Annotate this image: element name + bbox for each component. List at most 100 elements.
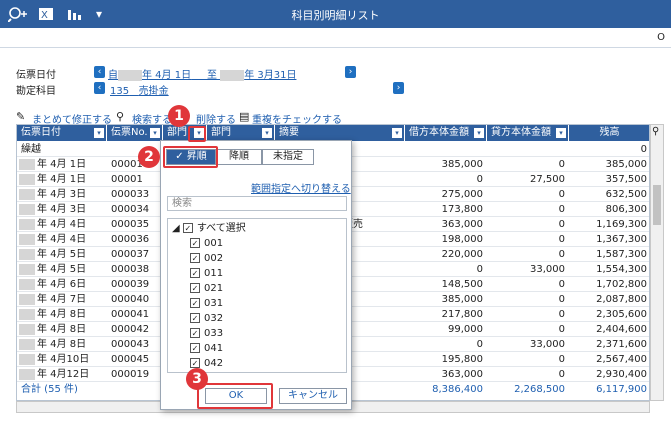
range-switch-link[interactable]: 範囲指定へ切り替える xyxy=(251,180,351,195)
filter-value-label: 042 xyxy=(204,358,224,369)
filter-value-item[interactable]: ✓ 021 xyxy=(190,281,223,296)
col-header-balance[interactable]: 残高 xyxy=(569,125,649,141)
col-header-no[interactable]: 伝票No. ▾ xyxy=(107,125,163,141)
col-header-date[interactable]: 伝票日付 ▾ xyxy=(17,125,107,141)
account-link[interactable]: 135 売掛金 xyxy=(110,82,169,97)
vertical-scrollbar[interactable] xyxy=(650,124,664,401)
total-label: 合計 (55 件) xyxy=(21,384,78,395)
row-debit: 385,000 xyxy=(441,294,483,305)
row-debit: 0 xyxy=(476,339,483,350)
filter-search-input[interactable]: 検索 xyxy=(167,196,347,211)
carry-over-balance: 0 xyxy=(640,144,647,155)
masked-year xyxy=(19,234,35,245)
search-icon: ⚲ xyxy=(116,110,125,123)
row-balance: 1,367,300 xyxy=(596,234,647,245)
checkbox-icon[interactable]: ✓ xyxy=(190,343,200,353)
filter-value-item[interactable]: ✓ 032 xyxy=(190,311,223,326)
filter-dropdown-icon[interactable]: ▾ xyxy=(262,128,272,138)
col-header-dept[interactable]: 部門 ▾ xyxy=(207,125,275,141)
checkbox-icon[interactable]: ✓ xyxy=(190,298,200,308)
row-credit: 27,500 xyxy=(530,174,565,185)
checkbox-icon[interactable]: ✓ xyxy=(182,223,193,233)
masked-year xyxy=(19,249,35,260)
checkbox-icon[interactable]: ✓ xyxy=(190,238,200,248)
row-credit: 0 xyxy=(558,279,565,290)
filter-value-label: 011 xyxy=(204,268,224,279)
row-credit: 0 xyxy=(558,354,565,365)
row-voucher-no: 000045 xyxy=(111,354,150,365)
filter-dropdown-icon[interactable]: ▾ xyxy=(556,128,566,138)
col-header-memo[interactable]: 摘要 ▾ xyxy=(275,125,405,141)
select-all-item[interactable]: ◢ ✓ すべて選択 xyxy=(172,221,246,236)
filter-dropdown-icon[interactable]: ▾ xyxy=(474,128,484,138)
row-debit: 217,800 xyxy=(441,309,483,320)
row-debit: 195,800 xyxy=(441,354,483,365)
pencil-icon: ✎ xyxy=(16,110,26,123)
filter-value-label: 002 xyxy=(204,253,224,264)
filter-value-item[interactable]: ✓ 041 xyxy=(190,341,223,356)
masked-year xyxy=(19,324,35,335)
date-next-button[interactable]: › xyxy=(345,66,356,78)
row-debit: 363,000 xyxy=(441,369,483,380)
checkbox-icon[interactable]: ✓ xyxy=(190,358,200,368)
account-label: 勘定科目 xyxy=(16,86,56,97)
masked-year xyxy=(19,309,35,320)
date-range-link[interactable]: 自年 4月 1日 至 年 3月31日 xyxy=(108,66,296,81)
masked-year xyxy=(220,69,245,81)
row-voucher-no: 000019 xyxy=(111,369,150,380)
zoom-icon[interactable]: ⚲ xyxy=(652,126,659,137)
filter-dropdown-icon[interactable]: ▾ xyxy=(94,128,104,138)
filter-value-label: 032 xyxy=(204,313,224,324)
row-voucher-no: 000036 xyxy=(111,234,150,245)
masked-year xyxy=(19,189,35,200)
sort-desc-button[interactable]: 降順 xyxy=(216,149,262,165)
masked-year xyxy=(19,354,35,365)
masked-year xyxy=(118,69,142,81)
total-balance: 6,117,900 xyxy=(596,384,647,395)
col-header-credit[interactable]: 貸方本体金額 ▾ xyxy=(487,125,569,141)
masked-year xyxy=(19,174,35,185)
highlight-box-3 xyxy=(197,383,273,409)
row-credit: 0 xyxy=(558,159,565,170)
checkbox-icon[interactable]: ✓ xyxy=(190,283,200,293)
filter-value-item[interactable]: ✓ 011 xyxy=(190,266,223,281)
filter-dropdown-icon[interactable]: ▾ xyxy=(150,128,160,138)
filter-value-item[interactable]: ✓ 033 xyxy=(190,326,223,341)
account-next-button[interactable]: › xyxy=(393,82,404,94)
filter-value-label: 033 xyxy=(204,328,224,339)
window-title: 科目別明細リスト xyxy=(291,9,380,22)
row-date: 年 4月 8日 xyxy=(37,324,87,335)
row-date: 年 4月12日 xyxy=(37,369,90,380)
row-credit: 0 xyxy=(558,249,565,260)
masked-year xyxy=(19,204,35,215)
row-date: 年 4月 4日 xyxy=(37,234,87,245)
date-prev-button[interactable]: ‹ xyxy=(94,66,105,78)
account-prev-button[interactable]: ‹ xyxy=(94,82,105,94)
row-debit: 148,500 xyxy=(441,279,483,290)
row-voucher-no: 000037 xyxy=(111,249,150,260)
cancel-button[interactable]: キャンセル xyxy=(279,388,347,404)
row-voucher-no: 000039 xyxy=(111,279,150,290)
row-credit: 0 xyxy=(558,234,565,245)
scroll-thumb[interactable] xyxy=(653,185,661,225)
masked-year xyxy=(19,279,35,290)
row-date: 年 4月 1日 xyxy=(37,174,87,185)
filter-value-item[interactable]: ✓ 002 xyxy=(190,251,223,266)
sort-none-button[interactable]: 未指定 xyxy=(262,149,314,165)
title-bar: X ▾ 科目別明細リスト xyxy=(0,0,671,28)
filter-value-item[interactable]: ✓ 031 xyxy=(190,296,223,311)
filter-value-label: 031 xyxy=(204,298,224,309)
row-debit: 220,000 xyxy=(441,249,483,260)
row-voucher-no: 000041 xyxy=(111,309,150,320)
carry-over-label: 繰越 xyxy=(21,144,41,155)
checkbox-icon[interactable]: ✓ xyxy=(190,313,200,323)
row-balance: 1,587,300 xyxy=(596,249,647,260)
checkbox-icon[interactable]: ✓ xyxy=(190,268,200,278)
row-debit: 0 xyxy=(476,174,483,185)
checkbox-icon[interactable]: ✓ xyxy=(190,253,200,263)
filter-dropdown-icon[interactable]: ▾ xyxy=(392,128,402,138)
col-header-debit[interactable]: 借方本体金額 ▾ xyxy=(405,125,487,141)
checkbox-icon[interactable]: ✓ xyxy=(190,328,200,338)
masked-year xyxy=(19,339,35,350)
filter-value-item[interactable]: ✓ 001 xyxy=(190,236,223,251)
